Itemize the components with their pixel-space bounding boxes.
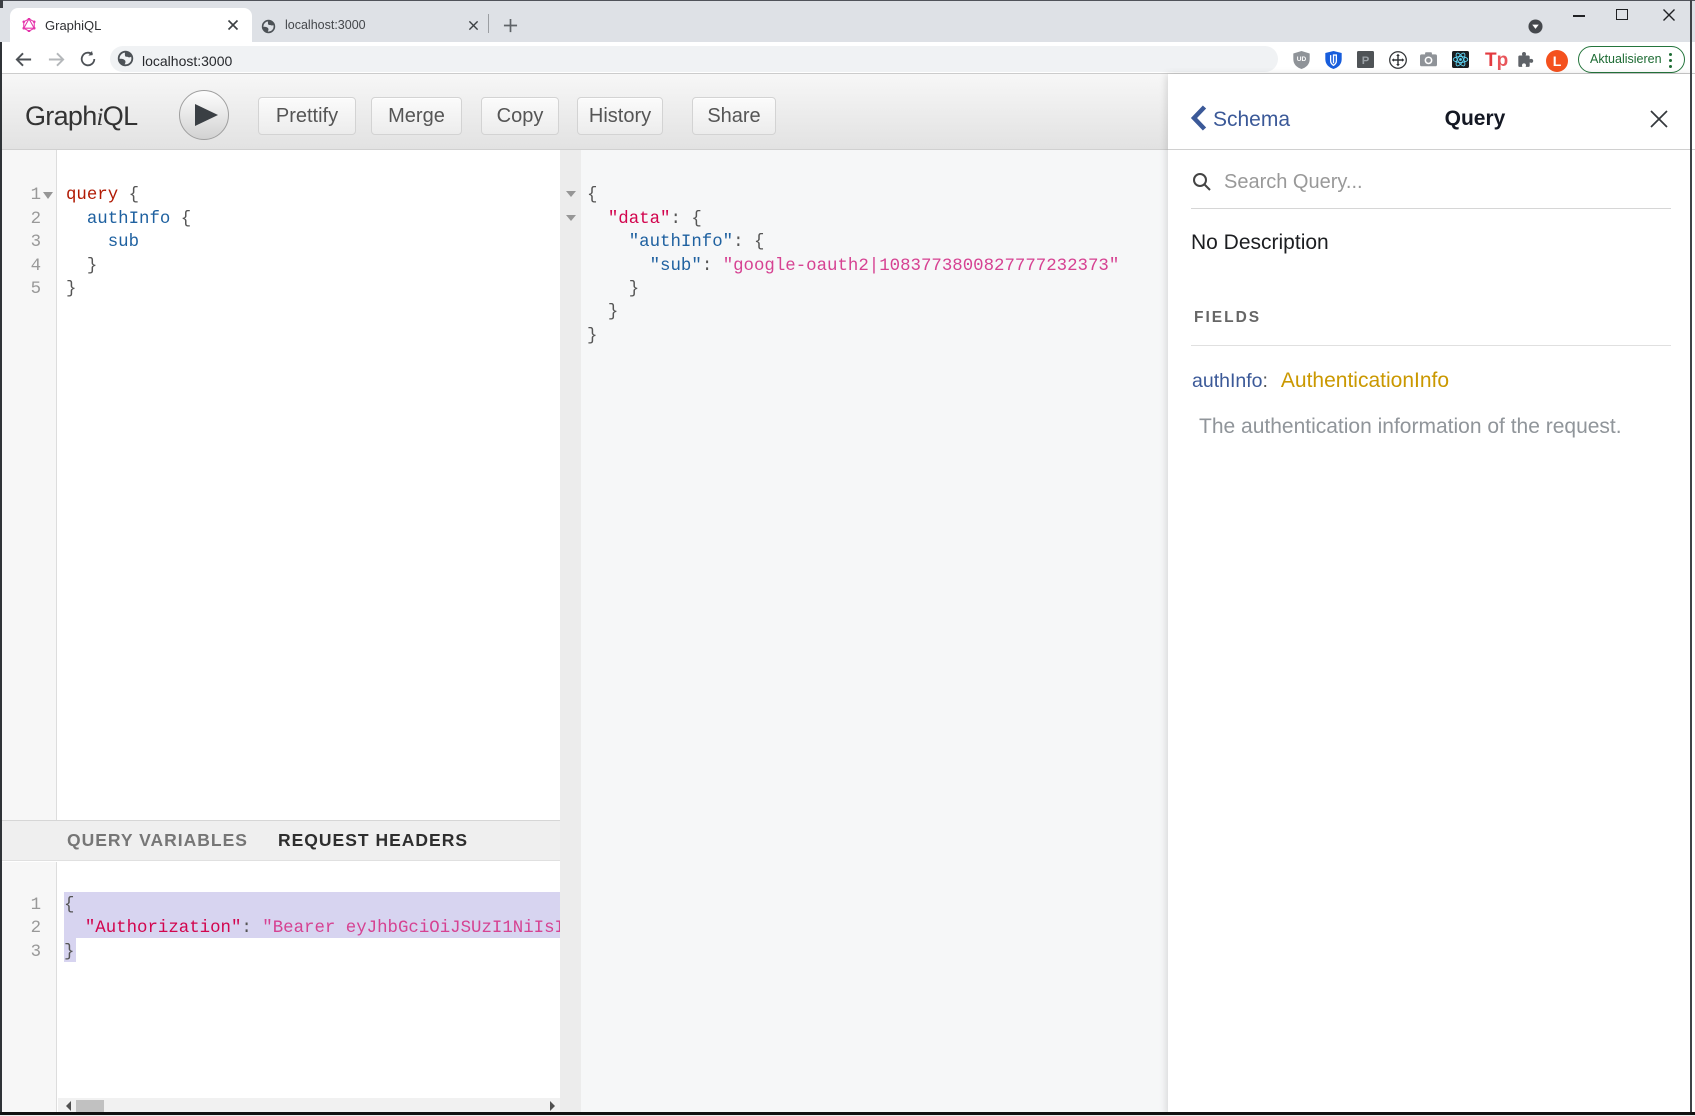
svg-text:P: P (1362, 55, 1370, 67)
svg-text:UD: UD (1297, 56, 1307, 63)
